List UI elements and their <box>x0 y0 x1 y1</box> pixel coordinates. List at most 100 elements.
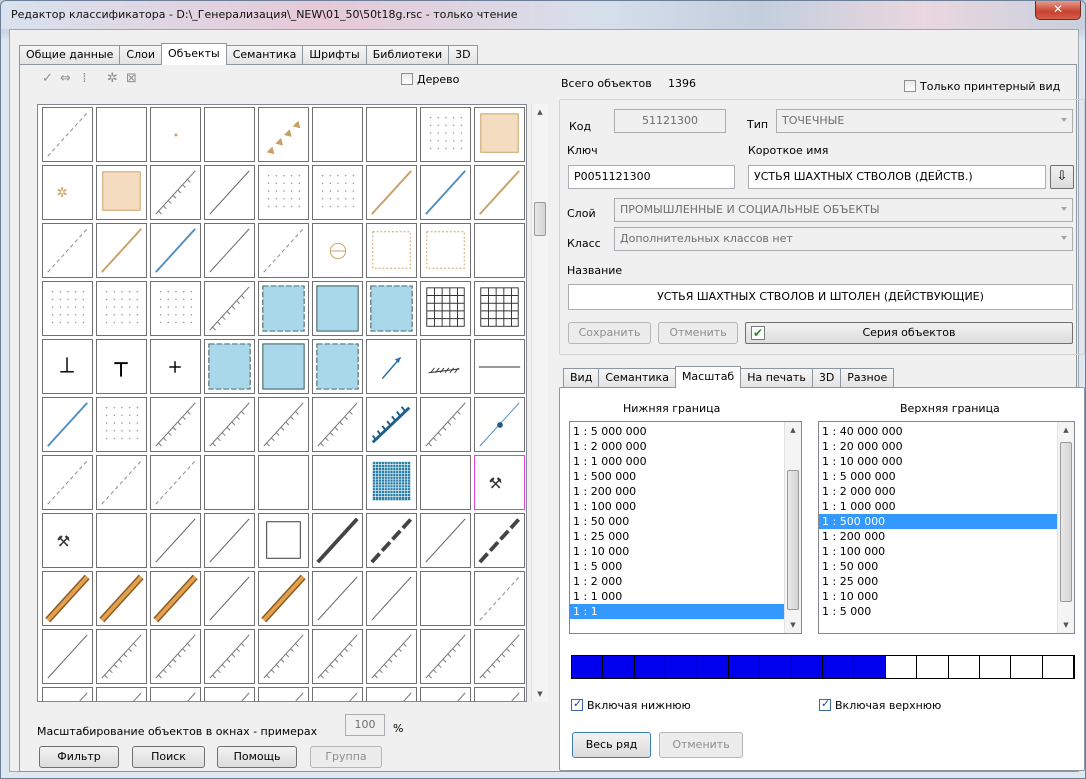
lower-scrollbar[interactable]: ▲ ▼ <box>784 422 801 633</box>
grid-cell[interactable] <box>312 629 363 684</box>
include-upper-check-box[interactable] <box>819 697 831 711</box>
edit-check-icon[interactable]: ✓ <box>39 69 56 89</box>
grid-cell[interactable] <box>366 107 417 162</box>
list-item[interactable]: 1 : 50 000 <box>570 514 785 529</box>
grid-cell[interactable] <box>312 281 363 336</box>
list-item[interactable]: 1 : 10 000 <box>570 544 785 559</box>
grid-cell[interactable] <box>312 687 363 701</box>
swap-icon[interactable]: ⇔ <box>57 69 74 89</box>
list-item[interactable]: 1 : 1 000 000 <box>570 454 785 469</box>
grid-cell[interactable] <box>366 455 417 510</box>
grid-cell[interactable] <box>96 455 147 510</box>
list-item[interactable]: 1 : 25 000 <box>570 529 785 544</box>
grid-cell[interactable] <box>312 397 363 452</box>
scale-cancel-button[interactable]: Отменить <box>659 732 743 758</box>
list-item[interactable]: 1 : 10 000 <box>819 589 1058 604</box>
scroll-up-icon[interactable]: ▲ <box>785 422 801 438</box>
short-name-field[interactable]: УСТЬЯ ШАХТНЫХ СТВОЛОВ (ДЕЙСТВ.) <box>748 165 1046 189</box>
grid-cell[interactable] <box>474 165 525 220</box>
grid-cell[interactable] <box>258 687 309 701</box>
grid-cell[interactable] <box>312 223 363 278</box>
grid-cell[interactable] <box>204 687 255 701</box>
grid-cell[interactable] <box>96 107 147 162</box>
grid-cell[interactable] <box>42 687 93 701</box>
grid-cell[interactable] <box>42 397 93 452</box>
grid-cell[interactable] <box>420 339 471 394</box>
grid-cell[interactable] <box>474 571 525 626</box>
grid-cell[interactable] <box>204 107 255 162</box>
layer-select[interactable]: ПРОМЫШЛЕННЫЕ И СОЦИАЛЬНЫЕ ОБЪЕКТЫ <box>614 198 1073 222</box>
arrow-down-icon[interactable]: ⇩ <box>1050 165 1074 189</box>
grid-cell[interactable] <box>258 165 309 220</box>
grid-cell[interactable] <box>42 339 93 394</box>
chevron-down-icon[interactable] <box>1061 236 1067 240</box>
grid-cell[interactable] <box>312 107 363 162</box>
list-item[interactable]: 1 : 5 000 000 <box>819 469 1058 484</box>
whole-row-button[interactable]: Весь ряд <box>572 732 651 758</box>
scroll-thumb[interactable] <box>1060 442 1072 602</box>
grid-cell[interactable] <box>150 339 201 394</box>
grid-cell[interactable] <box>420 571 471 626</box>
grid-cell[interactable] <box>258 107 309 162</box>
scroll-thumb[interactable] <box>534 202 546 236</box>
grid-cell[interactable] <box>420 281 471 336</box>
grid-cell[interactable] <box>96 629 147 684</box>
grid-cell[interactable] <box>204 397 255 452</box>
include-lower-check-box[interactable] <box>571 697 583 711</box>
grid-cell[interactable] <box>420 107 471 162</box>
list-item[interactable]: 1 : 5 000 <box>570 559 785 574</box>
grid-cell[interactable] <box>96 165 147 220</box>
grid-cell[interactable] <box>420 629 471 684</box>
grid-cell[interactable] <box>474 339 525 394</box>
grid-cell[interactable] <box>474 223 525 278</box>
grid-cell[interactable] <box>312 339 363 394</box>
name-field[interactable]: УСТЬЯ ШАХТНЫХ СТВОЛОВ И ШТОЛЕН (ДЕЙСТВУЮ… <box>568 284 1073 310</box>
list-item[interactable]: 1 : 5 000 000 <box>570 424 785 439</box>
tab-5[interactable]: Библиотеки <box>365 45 450 65</box>
grid-cell[interactable] <box>96 571 147 626</box>
grid-cell[interactable] <box>96 339 147 394</box>
list-item[interactable]: 1 : 2 000 000 <box>819 484 1058 499</box>
grid-cell[interactable] <box>96 281 147 336</box>
grid-cell[interactable] <box>474 513 525 568</box>
grid-cell[interactable] <box>366 223 417 278</box>
code-field[interactable]: 51121300 <box>614 109 726 133</box>
grid-cell[interactable] <box>42 455 93 510</box>
list-item[interactable]: 1 : 500 000 <box>819 514 1058 529</box>
grid-cell[interactable] <box>42 107 93 162</box>
scroll-up-icon[interactable]: ▲ <box>1058 422 1074 438</box>
list-item[interactable]: 1 : 1 <box>570 604 785 619</box>
list-item[interactable]: 1 : 25 000 <box>819 574 1058 589</box>
grid-cell[interactable] <box>420 223 471 278</box>
grid-cell[interactable] <box>42 223 93 278</box>
grid-cell[interactable] <box>150 107 201 162</box>
list-item[interactable]: 1 : 1 000 <box>570 589 785 604</box>
grid-cell[interactable] <box>420 165 471 220</box>
grid-cell[interactable] <box>42 629 93 684</box>
subtab-5[interactable]: Разное <box>840 368 895 388</box>
tree-checkbox[interactable]: Дерево <box>401 73 459 86</box>
tab-2[interactable]: Объекты <box>161 43 227 65</box>
grid-cell[interactable] <box>312 513 363 568</box>
list-item[interactable]: 1 : 2 000 000 <box>570 439 785 454</box>
grid-cell[interactable] <box>366 339 417 394</box>
subtab-4[interactable]: 3D <box>811 368 842 388</box>
grid-cell[interactable] <box>150 513 201 568</box>
filter-button[interactable]: Фильтр <box>39 746 119 768</box>
tab-4[interactable]: Шрифты <box>302 45 367 65</box>
list-item[interactable]: 1 : 50 000 <box>819 559 1058 574</box>
grid-cell[interactable] <box>96 397 147 452</box>
class-select[interactable]: Дополнительных классов нет <box>614 227 1073 251</box>
grid-cell[interactable] <box>150 629 201 684</box>
grid-dots-icon[interactable]: ⁞ <box>76 69 93 89</box>
scale-percent-field[interactable]: 100 <box>345 714 385 736</box>
grid-cell[interactable] <box>474 629 525 684</box>
grid-cell[interactable] <box>366 571 417 626</box>
grid-cell[interactable] <box>150 281 201 336</box>
grid-cell[interactable]: ✲ <box>42 165 93 220</box>
tab-1[interactable]: Слои <box>119 45 162 65</box>
grid-cell[interactable] <box>366 165 417 220</box>
grid-cell[interactable] <box>204 513 255 568</box>
grid-cell[interactable] <box>312 165 363 220</box>
list-item[interactable]: 1 : 1 000 000 <box>819 499 1058 514</box>
